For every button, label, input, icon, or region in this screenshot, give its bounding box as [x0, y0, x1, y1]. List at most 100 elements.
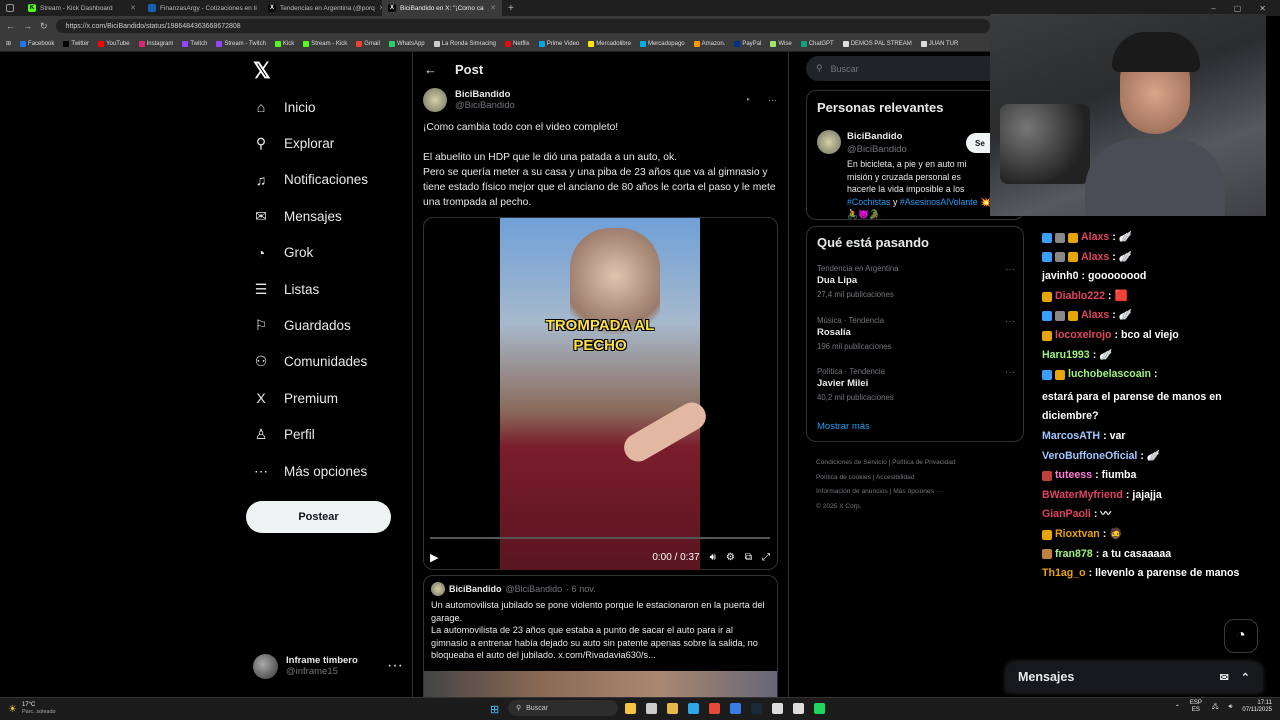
clock[interactable]: 17:11 07/11/2025 — [1242, 700, 1272, 714]
taskbar-search[interactable]: ⚲ Buscar — [508, 700, 618, 716]
new-tab-button[interactable]: + — [502, 0, 522, 16]
capcut-icon[interactable] — [772, 703, 783, 714]
close-tab-icon[interactable]: ✕ — [130, 4, 136, 12]
avatar[interactable] — [817, 130, 841, 154]
forward-arrow-icon[interactable]: → — [23, 21, 32, 31]
trend-item[interactable]: Música · Tendencia Rosalía 196 mil publica… — [817, 316, 1017, 351]
chat-username[interactable]: Diablo222 — [1055, 287, 1105, 307]
bookmark-item[interactable]: Wise — [770, 40, 792, 47]
chat-username[interactable]: Alaxs — [1081, 306, 1109, 326]
more-icon[interactable]: ··· — [1005, 367, 1015, 378]
nav-item-premium[interactable]: X Premium — [252, 386, 338, 410]
grok-icon[interactable]: ◔ — [744, 95, 750, 106]
browser-tab[interactable]: X Tendencias en Argentina (@porq ✕ — [262, 0, 382, 16]
video-progress-bar[interactable] — [430, 537, 770, 539]
bookmark-item[interactable]: Twitter — [63, 40, 89, 47]
bookmark-item[interactable]: Netflix — [505, 40, 530, 47]
chat-username[interactable]: locoxelrojo — [1055, 326, 1112, 346]
bookmark-item[interactable]: WhatsApp — [388, 40, 425, 47]
footer-link[interactable]: Más opciones ··· — [893, 488, 942, 495]
minimize-icon[interactable]: – — [1211, 4, 1215, 13]
steam-icon[interactable] — [751, 703, 762, 714]
reload-icon[interactable]: ↻ — [40, 21, 48, 32]
trend-item[interactable]: Tendencia en Argentina Dua Lipa 27,4 mil p… — [817, 264, 1017, 299]
volume-icon[interactable]: 🔊︎ — [1229, 704, 1233, 711]
footer-link[interactable]: Accesibilidad — [876, 474, 914, 481]
play-icon[interactable]: ▶ — [430, 551, 438, 564]
chrome-icon[interactable] — [709, 703, 720, 714]
trend-item[interactable]: Política · Tendencia Javier Milei 40,2 mil… — [817, 367, 1017, 402]
nav-item-más-opciones[interactable]: ⋯ Más opciones — [252, 459, 367, 483]
back-arrow-icon[interactable]: ← — [6, 21, 15, 31]
fullscreen-icon[interactable]: ⤢ — [762, 552, 770, 563]
hashtag-link[interactable]: #Cochistas — [847, 197, 891, 207]
chat-username[interactable]: Alaxs — [1081, 228, 1109, 248]
network-icon[interactable]: 🖧︎ — [1212, 702, 1219, 712]
nav-item-inicio[interactable]: ⌂ Inicio — [252, 95, 316, 119]
bookmark-item[interactable]: La Ronda Simracing — [433, 40, 496, 47]
volume-icon[interactable]: 🔊︎ — [710, 552, 716, 563]
close-window-icon[interactable]: ✕ — [1259, 4, 1266, 13]
footer-link[interactable]: Información de anuncios — [816, 488, 888, 495]
bookmark-item[interactable]: Stream - Kick — [303, 40, 347, 47]
more-icon[interactable]: ··· — [387, 657, 403, 675]
nav-item-comunidades[interactable]: ⚇ Comunidades — [252, 350, 368, 374]
avatar[interactable] — [423, 88, 447, 112]
spotify-icon[interactable] — [814, 703, 825, 714]
account-switcher[interactable]: Inframe timbero @inframe15 ··· — [253, 650, 403, 682]
x-logo-icon[interactable]: 𝕏 — [253, 58, 273, 83]
browser-tab[interactable]: K Stream - Kick Dashboard ✕ — [22, 0, 142, 16]
bookmark-item[interactable]: Instagram — [138, 40, 173, 47]
chat-username[interactable]: BWaterMyfriend — [1042, 486, 1123, 506]
show-more-link[interactable]: Mostrar más — [817, 421, 870, 432]
quoted-media[interactable] — [424, 671, 777, 697]
bookmark-item[interactable]: PayPal — [734, 40, 761, 47]
chat-username[interactable]: GianPaoli — [1042, 505, 1091, 525]
messages-panel[interactable]: Mensajes ✉ ⌃ — [1006, 662, 1262, 692]
footer-link[interactable]: Condiciones de Servicio — [816, 459, 887, 466]
bookmark-item[interactable]: Gmail — [356, 40, 380, 47]
nav-item-mensajes[interactable]: ✉ Mensajes — [252, 204, 342, 228]
chevron-up-icon[interactable]: ⌃ — [1175, 704, 1180, 711]
nav-item-grok[interactable]: ◔ Grok — [252, 241, 314, 265]
bookmark-item[interactable]: JUAN TUR — [920, 40, 958, 47]
maximize-icon[interactable]: ▢ — [1234, 4, 1242, 13]
chat-username[interactable]: tuteess — [1055, 466, 1092, 486]
bookmark-item[interactable]: Kick — [274, 40, 294, 47]
chat-username[interactable]: fran878 — [1055, 545, 1093, 565]
chat-username[interactable]: Rioxtvan — [1055, 525, 1100, 545]
post-button[interactable]: Postear — [246, 501, 391, 533]
nav-item-guardados[interactable]: ⚐ Guardados — [252, 313, 351, 337]
bookmark-item[interactable]: Twitch — [182, 40, 207, 47]
bookmark-item[interactable]: Stream - Twitch — [216, 40, 266, 47]
hashtag-link[interactable]: #AsesinosAlVolante — [900, 197, 978, 207]
nav-item-perfil[interactable]: ♙ Perfil — [252, 423, 315, 447]
files-icon[interactable] — [625, 703, 636, 714]
obs-icon[interactable] — [793, 703, 804, 714]
bookmark-item[interactable]: ChatGPT — [800, 40, 834, 47]
relevant-handle[interactable]: @BiciBandido — [847, 144, 907, 155]
back-arrow-icon[interactable]: ← — [424, 62, 437, 77]
chat-username[interactable]: Th1ag_o — [1042, 564, 1086, 584]
weather-widget[interactable]: ☀ 17°C Parc. soleado — [0, 702, 56, 716]
language-indicator[interactable]: ESP ES — [1190, 700, 1202, 714]
bookmark-item[interactable]: YouTube — [98, 40, 130, 47]
crop-icon[interactable]: ⧉ — [745, 552, 752, 563]
nav-item-notificaciones[interactable]: ♫ Notificaciones — [252, 168, 368, 192]
edge-icon[interactable] — [688, 703, 699, 714]
nav-item-listas[interactable]: ☰ Listas — [252, 277, 320, 301]
bookmark-item[interactable]: Prime Video — [538, 40, 579, 47]
close-tab-icon[interactable]: ✕ — [490, 4, 496, 12]
chat-username[interactable]: VeroBuffoneOficial — [1042, 447, 1137, 467]
nav-item-explorar[interactable]: ⚲ Explorar — [252, 131, 334, 155]
author-handle[interactable]: @BiciBandido — [455, 100, 515, 111]
author-name[interactable]: BiciBandido — [455, 89, 515, 100]
footer-link[interactable]: Política de cookies — [816, 474, 871, 481]
task-view-icon[interactable] — [646, 703, 657, 714]
bookmark-item[interactable]: Amazon. — [693, 40, 725, 47]
chat-username[interactable]: Alaxs — [1081, 248, 1109, 268]
more-icon[interactable]: ··· — [768, 95, 777, 105]
url-field[interactable]: https://x.com/BiciBandido/status/1986484… — [55, 19, 990, 33]
apps-icon[interactable]: ⊞ — [6, 40, 11, 47]
relevant-name[interactable]: BiciBandido — [847, 131, 902, 142]
